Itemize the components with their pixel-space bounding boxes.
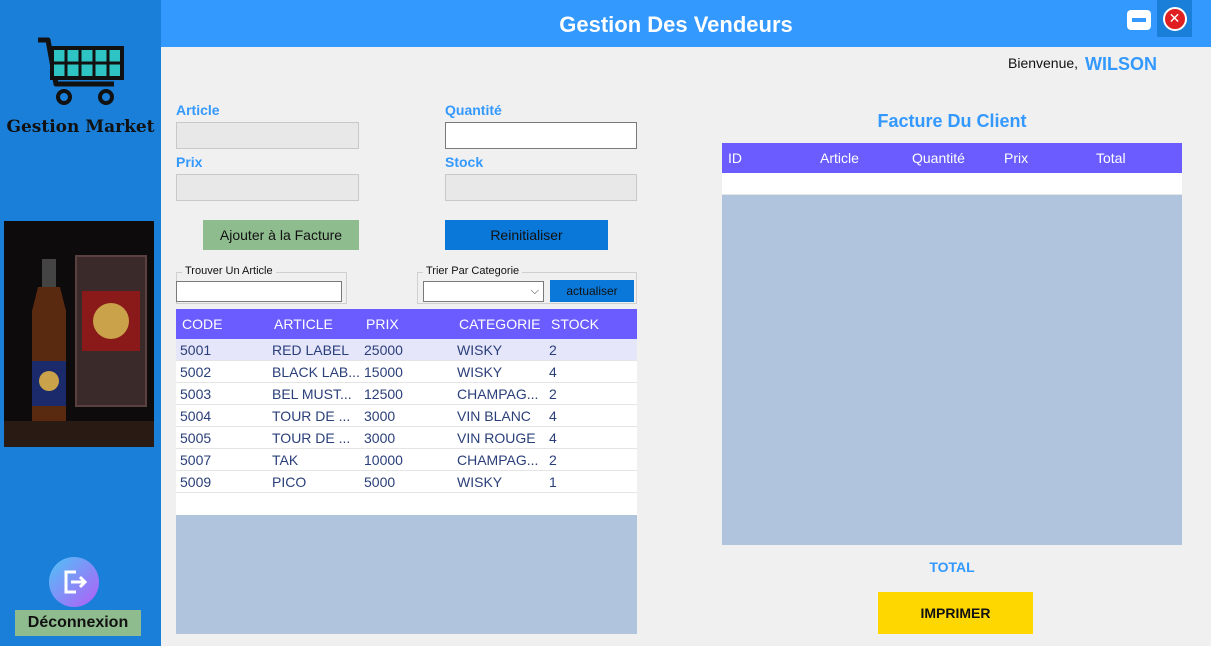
- bottle-illustration: [4, 221, 154, 447]
- column-header[interactable]: Total: [1096, 150, 1126, 166]
- table-cell: CHAMPAG...: [457, 452, 539, 468]
- table-cell: 4: [549, 408, 557, 424]
- table-cell: 2: [549, 386, 557, 402]
- table-cell: CHAMPAG...: [457, 386, 539, 402]
- page-title: Gestion Des Vendeurs: [559, 12, 793, 37]
- column-header[interactable]: Article: [820, 150, 859, 166]
- products-table-header: CODE ARTICLE PRIX CATEGORIE STOCK: [176, 309, 637, 339]
- column-header[interactable]: STOCK: [551, 316, 599, 332]
- welcome-text: Bienvenue,: [1008, 55, 1079, 71]
- close-button[interactable]: ✕: [1157, 0, 1192, 37]
- total-label: TOTAL: [929, 559, 975, 575]
- search-input[interactable]: [176, 281, 342, 302]
- logout-icon[interactable]: [49, 557, 99, 607]
- table-cell: PICO: [272, 474, 307, 490]
- table-cell: BLACK LAB...: [272, 364, 360, 380]
- table-cell: 25000: [364, 342, 403, 358]
- table-cell: WISKY: [457, 364, 503, 380]
- table-cell: RED LABEL: [272, 342, 350, 358]
- door-exit-icon: [64, 570, 88, 594]
- invoice-table[interactable]: ID Article Quantité Prix Total: [722, 143, 1182, 545]
- table-row[interactable]: 5001 RED LABEL 25000 WISKY 2: [176, 339, 637, 361]
- table-cell: 15000: [364, 364, 403, 380]
- stock-label: Stock: [445, 154, 484, 170]
- table-cell: 5001: [180, 342, 212, 358]
- table-cell: 10000: [364, 452, 403, 468]
- table-cell: 5000: [364, 474, 396, 490]
- table-row[interactable]: 5007 TAK 10000 CHAMPAG... 2: [176, 449, 637, 471]
- table-cell: 12500: [364, 386, 403, 402]
- table-cell: VIN BLANC: [457, 408, 531, 424]
- category-select[interactable]: ⌵: [423, 281, 544, 302]
- app-logo-text: Gestion Market: [6, 117, 155, 137]
- column-header[interactable]: ID: [728, 150, 742, 166]
- table-cell: 4: [549, 430, 557, 446]
- logout-button[interactable]: Déconnexion: [15, 610, 141, 636]
- table-cell: 5005: [180, 430, 212, 446]
- quantity-label: Quantité: [445, 102, 502, 118]
- username: WILSON: [1085, 54, 1157, 74]
- table-cell: 2: [549, 452, 557, 468]
- table-cell: WISKY: [457, 342, 503, 358]
- table-row[interactable]: 5009 PICO 5000 WISKY 1: [176, 471, 637, 493]
- table-cell: 5004: [180, 408, 212, 424]
- table-cell: TAK: [272, 452, 299, 468]
- title-bar: Gestion Des Vendeurs ✕: [161, 0, 1211, 47]
- table-cell: 5007: [180, 452, 212, 468]
- table-cell: 1: [549, 474, 557, 490]
- table-row[interactable]: 5002 BLACK LAB... 15000 WISKY 4: [176, 361, 637, 383]
- close-icon: ✕: [1162, 6, 1187, 31]
- table-cell: 3000: [364, 430, 396, 446]
- invoice-title: Facture Du Client: [877, 111, 1027, 131]
- column-header[interactable]: Quantité: [912, 150, 965, 166]
- products-table[interactable]: CODE ARTICLE PRIX CATEGORIE STOCK 5001 RE…: [176, 309, 637, 634]
- table-cell: TOUR DE ...: [272, 408, 351, 424]
- invoice-table-header: ID Article Quantité Prix Total: [722, 143, 1182, 173]
- article-field[interactable]: [176, 122, 359, 149]
- table-cell: BEL MUST...: [272, 386, 352, 402]
- table-cell: TOUR DE ...: [272, 430, 351, 446]
- bottle-image: [4, 221, 154, 447]
- table-row[interactable]: 5003 BEL MUST... 12500 CHAMPAG... 2: [176, 383, 637, 405]
- add-to-invoice-button[interactable]: Ajouter à la Facture: [203, 220, 359, 250]
- column-header[interactable]: CATEGORIE: [459, 316, 540, 332]
- search-group-title: Trouver Un Article: [182, 265, 276, 277]
- article-label: Article: [176, 102, 220, 118]
- table-cell: 3000: [364, 408, 396, 424]
- chevron-down-icon: ⌵: [530, 284, 539, 297]
- column-header[interactable]: CODE: [182, 316, 222, 332]
- column-header[interactable]: ARTICLE: [274, 316, 333, 332]
- column-header[interactable]: Prix: [1004, 150, 1028, 166]
- table-cell: 5009: [180, 474, 212, 490]
- table-row[interactable]: 5004 TOUR DE ... 3000 VIN BLANC 4: [176, 405, 637, 427]
- table-cell: 5002: [180, 364, 212, 380]
- empty-new-row[interactable]: [176, 493, 637, 515]
- table-cell: WISKY: [457, 474, 503, 490]
- table-cell: 4: [549, 364, 557, 380]
- empty-new-row[interactable]: [722, 173, 1182, 195]
- minimize-icon[interactable]: [1127, 10, 1151, 30]
- filter-group-title: Trier Par Categorie: [423, 265, 523, 277]
- column-header[interactable]: PRIX: [366, 316, 399, 332]
- reset-button[interactable]: Reinitialiser: [445, 220, 608, 250]
- table-cell: 2: [549, 342, 557, 358]
- stock-field[interactable]: [445, 174, 637, 201]
- price-label: Prix: [176, 154, 203, 170]
- price-field[interactable]: [176, 174, 359, 201]
- refresh-button[interactable]: actualiser: [550, 280, 634, 302]
- table-cell: VIN ROUGE: [457, 430, 536, 446]
- table-row[interactable]: 5005 TOUR DE ... 3000 VIN ROUGE 4: [176, 427, 637, 449]
- table-cell: 5003: [180, 386, 212, 402]
- print-button[interactable]: IMPRIMER: [878, 592, 1033, 634]
- quantity-field[interactable]: [445, 122, 637, 149]
- shopping-cart-icon: [38, 37, 124, 105]
- sidebar: Gestion Market Déconnexion: [0, 0, 161, 646]
